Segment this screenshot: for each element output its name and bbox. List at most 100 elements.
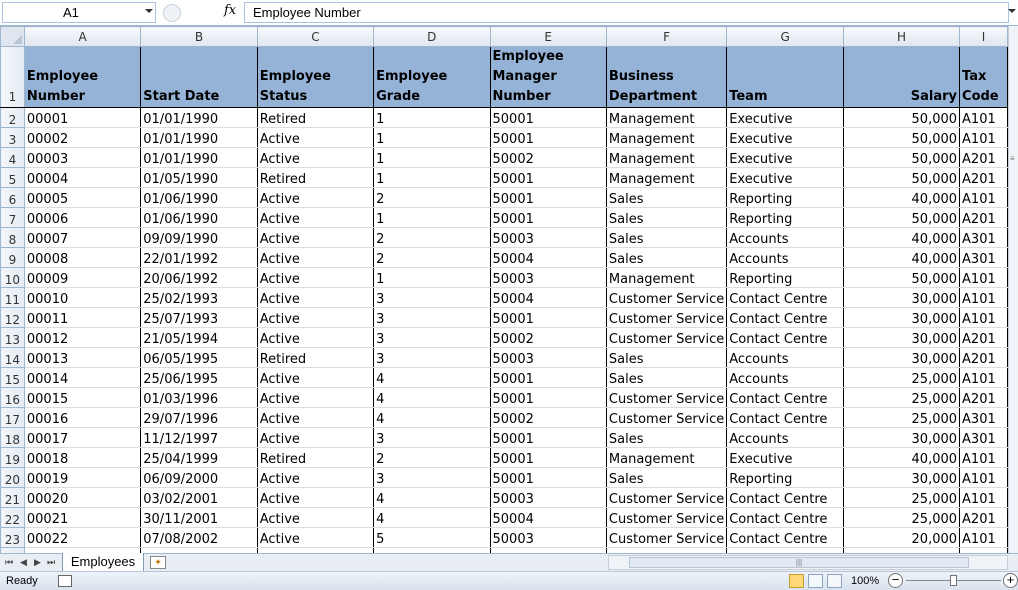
cell-h[interactable]: 50,000 [843, 107, 961, 128]
cell-f[interactable]: Customer Service [606, 307, 728, 328]
column-header-f[interactable]: F [605, 26, 728, 47]
row-header[interactable]: 14 [0, 347, 25, 368]
cell-b[interactable]: 25/04/1999 [140, 447, 258, 468]
cell-g[interactable]: Accounts [726, 227, 844, 248]
cell-g[interactable]: Reporting [726, 267, 844, 288]
cell-a[interactable]: 00017 [24, 427, 142, 448]
column-header-d[interactable]: D [373, 26, 491, 47]
vertical-scrollbar[interactable]: ≡ [1008, 26, 1018, 553]
cell-f[interactable]: Management [606, 107, 728, 128]
cell-d1[interactable]: Employee Grade [373, 46, 491, 108]
cell-f1[interactable]: Business Department [606, 46, 728, 108]
cell-f[interactable]: Customer Service [606, 387, 728, 408]
cell-a[interactable]: 00011 [24, 307, 142, 328]
cell-c[interactable]: Active [257, 507, 375, 528]
cell-f[interactable]: Customer Service [606, 487, 728, 508]
cell-c[interactable]: Active [257, 387, 375, 408]
cell-c[interactable]: Active [257, 147, 375, 168]
prev-sheet-icon[interactable]: ◀ [20, 557, 27, 568]
cell-b[interactable]: 01/03/1996 [140, 387, 258, 408]
row-header[interactable]: 2 [0, 107, 25, 128]
cell-d[interactable]: 2 [373, 227, 491, 248]
cell-i[interactable]: A301 [959, 407, 1008, 428]
row-header[interactable]: 19 [0, 447, 25, 468]
column-header-i[interactable]: I [959, 26, 1008, 47]
cell-c[interactable]: Retired [257, 347, 375, 368]
cell-b[interactable]: 09/09/1990 [140, 227, 258, 248]
cell-h[interactable]: 30,000 [843, 427, 961, 448]
cell-i[interactable]: A301 [959, 227, 1008, 248]
row-header[interactable]: 17 [0, 407, 25, 428]
cell-e[interactable]: 50002 [490, 147, 607, 168]
cell-c[interactable]: Active [257, 287, 375, 308]
cell-e[interactable]: 50004 [490, 507, 607, 528]
cell-h[interactable]: 25,000 [843, 407, 961, 428]
cell-a[interactable]: 00015 [24, 387, 142, 408]
cell-d[interactable]: 4 [373, 387, 491, 408]
column-header-a[interactable]: A [23, 26, 142, 47]
first-sheet-icon[interactable]: ⏮ [5, 557, 13, 568]
cell-d[interactable]: 3 [373, 307, 491, 328]
cell-f[interactable]: Sales [606, 347, 728, 368]
cell-g[interactable]: Contact Centre [726, 407, 844, 428]
cell-d[interactable]: 1 [373, 127, 491, 148]
cell-c[interactable]: Active [257, 527, 375, 548]
cell-b[interactable]: 29/07/1996 [140, 407, 258, 428]
cell-c1[interactable]: Employee Status [257, 46, 375, 108]
row-header[interactable]: 3 [0, 127, 25, 148]
cell-c[interactable]: Active [257, 187, 375, 208]
normal-view-icon[interactable] [789, 574, 804, 588]
horizontal-scrollbar[interactable]: ||| [608, 555, 1008, 570]
cell-d[interactable]: 1 [373, 167, 491, 188]
zoom-level[interactable]: 100% [851, 575, 879, 587]
cell-i[interactable]: A101 [959, 527, 1008, 548]
cell-g[interactable]: Executive [726, 167, 844, 188]
cell-e[interactable]: 50001 [490, 447, 607, 468]
cell-e[interactable]: 50003 [490, 347, 607, 368]
cell-h[interactable]: 25,000 [843, 487, 961, 508]
cell-d[interactable]: 1 [373, 207, 491, 228]
cell-e[interactable]: 50003 [490, 267, 607, 288]
cell-i[interactable]: A101 [959, 447, 1008, 468]
column-header-h[interactable]: H [842, 26, 961, 47]
cell-c[interactable]: Active [257, 467, 375, 488]
cell-c[interactable]: Active [257, 427, 375, 448]
next-sheet-icon[interactable]: ▶ [34, 557, 41, 568]
cell-d[interactable]: 3 [373, 287, 491, 308]
cell-b[interactable]: 06/09/2000 [140, 467, 258, 488]
cell-b[interactable]: 25/06/1995 [140, 367, 258, 388]
cell-i[interactable]: A201 [959, 347, 1008, 368]
cell-f[interactable]: Customer Service [606, 507, 728, 528]
cell-f[interactable]: Sales [606, 467, 728, 488]
cell-c[interactable]: Active [257, 307, 375, 328]
cell-f[interactable]: Sales [606, 227, 728, 248]
row-header[interactable]: 18 [0, 427, 25, 448]
cell-e[interactable]: 50001 [490, 387, 607, 408]
cell-e[interactable]: 50001 [490, 427, 607, 448]
cell-b1[interactable]: Start Date [140, 46, 258, 108]
cell-c[interactable]: Active [257, 227, 375, 248]
cell-c[interactable]: Active [257, 207, 375, 228]
cell-f[interactable]: Sales [606, 187, 728, 208]
cell-a1[interactable]: Employee Number [24, 46, 142, 108]
cell-h[interactable]: 40,000 [843, 227, 961, 248]
cell-h[interactable]: 30,000 [843, 327, 961, 348]
cell-h[interactable]: 50,000 [843, 207, 961, 228]
cell-d[interactable]: 3 [373, 467, 491, 488]
cell-g[interactable]: Executive [726, 127, 844, 148]
row-header[interactable]: 16 [0, 387, 25, 408]
cell-a[interactable]: 00019 [24, 467, 142, 488]
cell-b[interactable]: 01/01/1990 [140, 147, 258, 168]
cell-e[interactable]: 50001 [490, 307, 607, 328]
cell-a[interactable]: 00007 [24, 227, 142, 248]
cell-f[interactable]: Management [606, 267, 728, 288]
zoom-in-icon[interactable]: + [1003, 573, 1018, 588]
cell-e[interactable]: 50001 [490, 187, 607, 208]
row-header[interactable]: 4 [0, 147, 25, 168]
cell-d[interactable]: 4 [373, 507, 491, 528]
cell-a[interactable]: 00001 [24, 107, 142, 128]
row-header[interactable]: 10 [0, 267, 25, 288]
cell-f[interactable]: Management [606, 147, 728, 168]
cell-h[interactable]: 50,000 [843, 127, 961, 148]
cell-h[interactable]: 50,000 [843, 267, 961, 288]
